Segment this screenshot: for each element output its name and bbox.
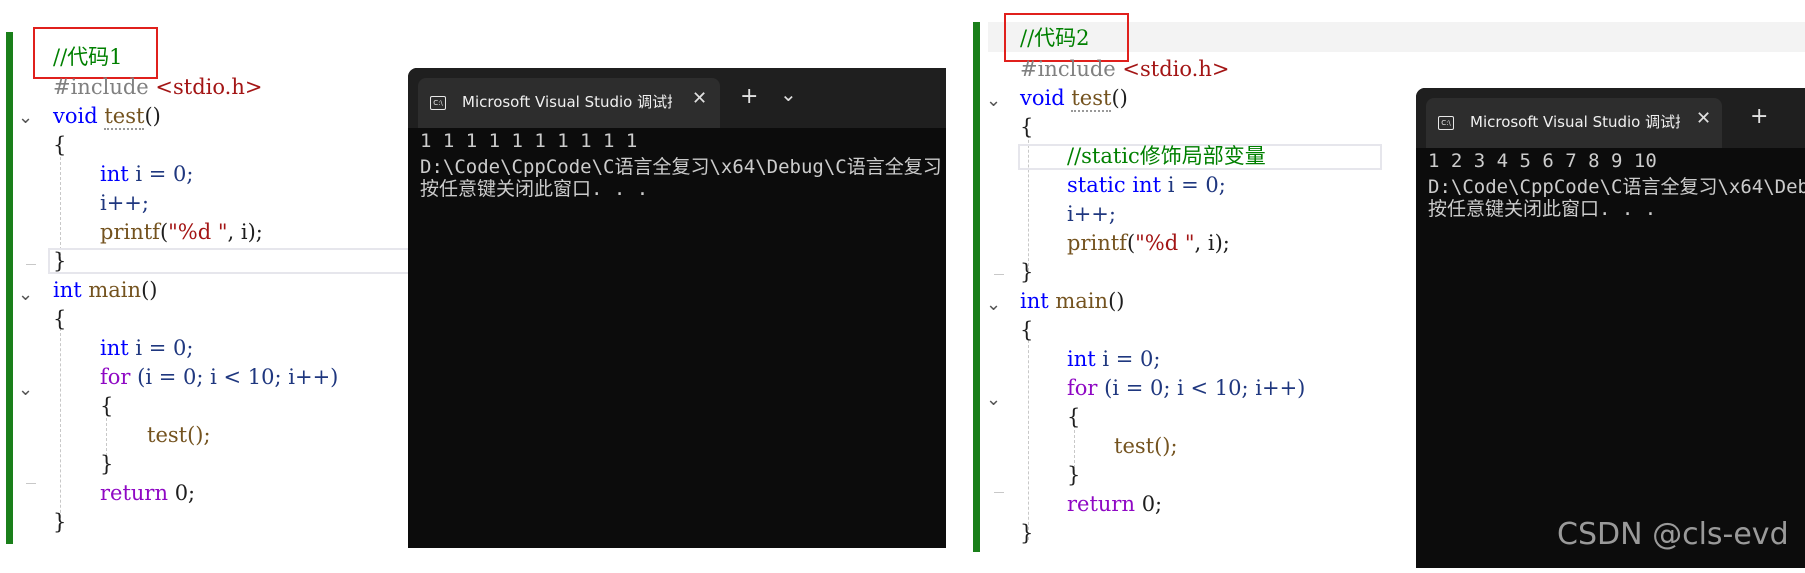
fold-end-tick <box>994 274 1004 275</box>
code-line-static-decl: static int i = 0; <box>1067 173 1226 197</box>
code-line-call: test(); <box>147 423 211 447</box>
code-line-brace: } <box>53 249 67 273</box>
code-line-brace: { <box>1067 405 1081 429</box>
code-line-brace: } <box>1020 260 1034 284</box>
fold-end-tick <box>26 483 36 484</box>
watermark: CSDN @cls-evd <box>1557 517 1789 552</box>
code-line-for: for (i = 0; i < 10; i++) <box>1067 376 1306 400</box>
code-line-printf: printf("%d ", i); <box>1067 231 1230 255</box>
fold-chevron-icon[interactable]: ⌄ <box>986 86 1004 115</box>
fold-chevron-icon[interactable]: ⌄ <box>18 103 36 132</box>
terminal-icon: C:\ <box>1438 116 1454 130</box>
code-line-include: #include <stdio.h> <box>1020 57 1230 81</box>
close-icon[interactable]: ✕ <box>1696 108 1711 129</box>
fold-chevron-icon[interactable]: ⌄ <box>18 375 36 404</box>
indent-guide <box>1028 340 1029 540</box>
code-line-brace: { <box>53 307 67 331</box>
console-tab[interactable]: C:\ Microsoft Visual Studio 调试控制台 ✕ <box>1426 98 1722 148</box>
code-line-brace: } <box>53 510 67 534</box>
console-tab-title: Microsoft Visual Studio 调试控制台 <box>462 93 672 111</box>
code-line-brace: { <box>1020 115 1034 139</box>
fold-end-tick <box>26 264 36 265</box>
console-tab-title: Microsoft Visual Studio 调试控制台 <box>1470 113 1680 131</box>
chevron-down-icon[interactable]: ⌄ <box>780 82 797 106</box>
console-output-line: 1 1 1 1 1 1 1 1 1 1 <box>420 130 638 152</box>
console-press-key-line: 按任意键关闭此窗口. . . <box>1428 198 1657 220</box>
code-line-increment: i++; <box>100 191 149 215</box>
code-line-return: return 0; <box>100 481 196 505</box>
indent-guide <box>60 328 61 528</box>
code-line-return: return 0; <box>1067 492 1163 516</box>
code-editor-panel-1: ⌄ ⌄ ⌄ //代码1 #include <stdio.h> void test… <box>0 0 946 573</box>
console-titlebar: C:\ Microsoft Visual Studio 调试控制台 ✕ + <box>1416 88 1805 148</box>
code-line-brace: } <box>1020 521 1034 545</box>
code-line-static-comment: //static修饰局部变量 <box>1067 144 1266 168</box>
console-tab[interactable]: C:\ Microsoft Visual Studio 调试控制台 ✕ <box>418 78 720 128</box>
change-indicator-bar <box>973 22 980 552</box>
change-indicator-bar <box>6 32 13 544</box>
code-line-main-signature: int main() <box>53 278 158 302</box>
code-line-for: for (i = 0; i < 10; i++) <box>100 365 339 389</box>
fold-chevron-icon[interactable]: ⌄ <box>986 385 1004 414</box>
console-titlebar: C:\ Microsoft Visual Studio 调试控制台 ✕ + ⌄ <box>408 68 946 128</box>
close-icon[interactable]: ✕ <box>692 88 707 109</box>
debug-console-window[interactable]: C:\ Microsoft Visual Studio 调试控制台 ✕ + 1 … <box>1416 88 1805 568</box>
indent-guide <box>60 152 61 260</box>
code-line-brace: { <box>1020 318 1034 342</box>
console-output-line: 1 2 3 4 5 6 7 8 9 10 <box>1428 150 1657 172</box>
code-line-test-signature: void test() <box>1020 86 1128 112</box>
code-line-brace: } <box>1067 463 1081 487</box>
code-line-test-signature: void test() <box>53 104 161 130</box>
highlight-box <box>33 27 158 79</box>
code-line-decl: int i = 0; <box>100 336 194 360</box>
code-line-brace: { <box>53 133 67 157</box>
fold-chevron-icon[interactable]: ⌄ <box>986 290 1004 319</box>
new-tab-button[interactable]: + <box>740 84 758 109</box>
code-line-call: test(); <box>1114 434 1178 458</box>
console-press-key-line: 按任意键关闭此窗口. . . <box>420 178 649 200</box>
code-line-brace: { <box>100 394 114 418</box>
code-editor-panel-2: ⌄ ⌄ ⌄ //代码2 #include <stdio.h> void test… <box>970 0 1805 573</box>
new-tab-button[interactable]: + <box>1750 104 1768 129</box>
current-line-highlight <box>48 248 412 274</box>
terminal-icon: C:\ <box>430 96 446 110</box>
code-line-printf: printf("%d ", i); <box>100 220 263 244</box>
code-line-decl: int i = 0; <box>100 162 194 186</box>
debug-console-window[interactable]: C:\ Microsoft Visual Studio 调试控制台 ✕ + ⌄ … <box>408 68 946 548</box>
code-line-include: #include <stdio.h> <box>53 75 263 99</box>
code-line-decl: int i = 0; <box>1067 347 1161 371</box>
code-line-main-signature: int main() <box>1020 289 1125 313</box>
code-line-brace: } <box>100 452 114 476</box>
code-line-increment: i++; <box>1067 202 1116 226</box>
fold-end-tick <box>994 492 1004 493</box>
fold-chevron-icon[interactable]: ⌄ <box>18 280 36 309</box>
